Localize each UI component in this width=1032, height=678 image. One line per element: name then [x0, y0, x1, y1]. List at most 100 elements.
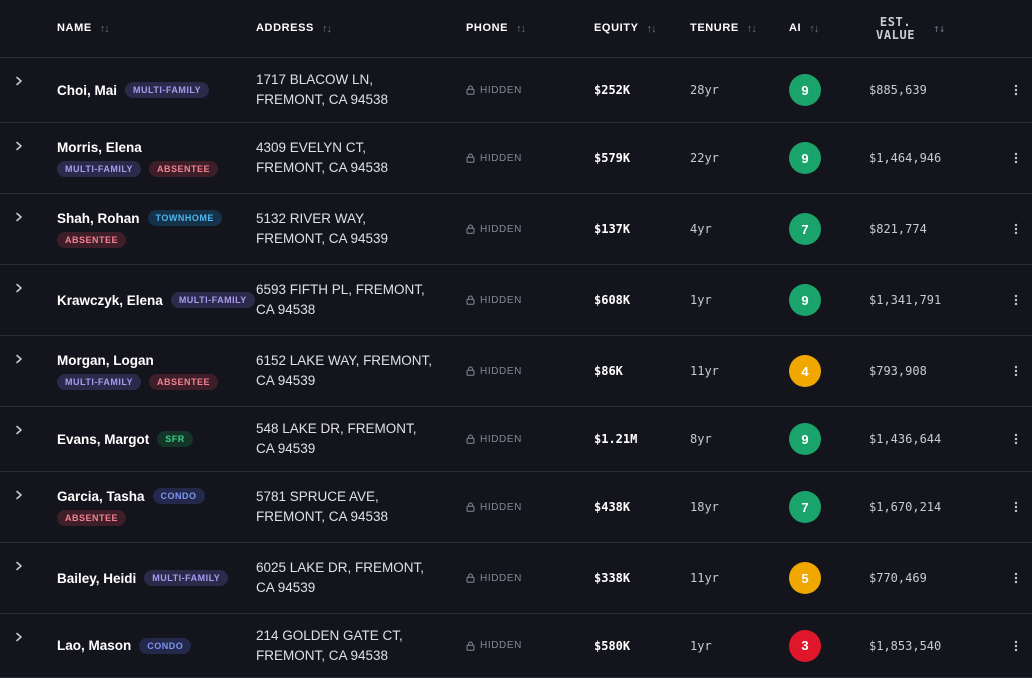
expand-chevron-icon[interactable]	[8, 407, 30, 471]
expand-chevron-icon[interactable]	[8, 58, 30, 122]
lock-icon	[466, 224, 475, 234]
owner-name[interactable]: Morgan, Logan	[57, 353, 154, 368]
ai-score-cell: 9	[789, 123, 821, 193]
expand-chevron-icon[interactable]	[8, 472, 30, 542]
equity-cell: $608K	[594, 293, 631, 307]
table-row[interactable]: Krawczyk, Elena MULTI-FAMILY 6593 FIFTH P…	[0, 265, 1032, 336]
name-cell: Evans, Margot SFR	[57, 407, 247, 471]
column-header-ai[interactable]: AI ↑↓	[789, 0, 819, 57]
ai-score-cell: 9	[789, 58, 821, 122]
equity-cell: $252K	[594, 83, 631, 97]
ai-score-badge: 5	[789, 562, 821, 594]
phone-cell[interactable]: HIDDEN	[466, 472, 522, 542]
name-cell: Garcia, Tasha CONDO ABSENTEE	[57, 472, 247, 542]
tenure-cell: 4yr	[690, 222, 712, 236]
phone-cell[interactable]: HIDDEN	[466, 407, 522, 471]
table-row[interactable]: Evans, Margot SFR 548 LAKE DR, FREMONT, CA…	[0, 407, 1032, 472]
owner-name[interactable]: Garcia, Tasha	[57, 489, 145, 504]
owner-name[interactable]: Shah, Rohan	[57, 211, 140, 226]
phone-cell[interactable]: HIDDEN	[466, 58, 522, 122]
ai-score-badge: 9	[789, 284, 821, 316]
name-cell: Bailey, Heidi MULTI-FAMILY	[57, 543, 247, 613]
equity-cell: $438K	[594, 500, 631, 514]
column-header-equity[interactable]: EQUITY ↑↓	[594, 0, 657, 57]
more-options-icon[interactable]	[1008, 407, 1024, 471]
more-options-icon[interactable]	[1008, 58, 1024, 122]
table-row[interactable]: Shah, Rohan TOWNHOME ABSENTEE 5132 RIVER …	[0, 194, 1032, 265]
ai-score-badge: 4	[789, 355, 821, 387]
expand-chevron-icon[interactable]	[8, 336, 30, 406]
column-header-phone[interactable]: PHONE ↑↓	[466, 0, 526, 57]
lock-icon	[466, 641, 475, 651]
owner-name[interactable]: Evans, Margot	[57, 432, 149, 447]
expand-chevron-icon[interactable]	[8, 123, 30, 193]
name-cell: Morris, Elena MULTI-FAMILY ABSENTEE	[57, 123, 247, 193]
sort-icon: ↑↓	[322, 22, 332, 35]
phone-cell[interactable]: HIDDEN	[466, 265, 522, 335]
address-cell: 6593 FIFTH PL, FREMONT, CA 94538	[256, 282, 425, 317]
table-row[interactable]: Choi, Mai MULTI-FAMILY 1717 BLACOW LN, FRE…	[0, 58, 1032, 123]
ai-score-badge: 7	[789, 213, 821, 245]
table-row[interactable]: Morris, Elena MULTI-FAMILY ABSENTEE 4309 …	[0, 123, 1032, 194]
name-cell: Choi, Mai MULTI-FAMILY	[57, 58, 247, 122]
ai-score-badge: 3	[789, 629, 821, 662]
sort-icon: ↑↓	[809, 22, 819, 35]
tenure-cell: 28yr	[690, 83, 719, 97]
table-row[interactable]: Bailey, Heidi MULTI-FAMILY 6025 LAKE DR, …	[0, 543, 1032, 614]
phone-cell[interactable]: HIDDEN	[466, 194, 522, 264]
tag-multi-family: MULTI-FAMILY	[170, 292, 255, 308]
expand-chevron-icon[interactable]	[8, 194, 30, 264]
table-body: Choi, Mai MULTI-FAMILY 1717 BLACOW LN, FRE…	[0, 58, 1032, 678]
table-row[interactable]: Lao, Mason CONDO 214 GOLDEN GATE CT, FREMO…	[0, 614, 1032, 678]
ai-score-cell: 7	[789, 194, 821, 264]
column-header-est-value[interactable]: EST. VALUE ↑↓	[876, 0, 945, 57]
sort-icon: ↑↓	[933, 22, 945, 35]
owner-name[interactable]: Choi, Mai	[57, 83, 117, 98]
tag-condo: CONDO	[139, 637, 192, 654]
tenure-cell: 1yr	[690, 293, 712, 307]
tenure-cell: 22yr	[690, 151, 719, 165]
lock-icon	[466, 502, 475, 512]
phone-cell[interactable]: HIDDEN	[466, 543, 522, 613]
tenure-cell: 8yr	[690, 432, 712, 446]
ai-score-cell: 9	[789, 407, 821, 471]
ai-score-cell: 9	[789, 265, 821, 335]
address-cell: 4309 EVELYN CT, FREMONT, CA 94538	[256, 140, 389, 175]
owner-name[interactable]: Bailey, Heidi	[57, 571, 136, 586]
column-header-tenure[interactable]: TENURE ↑↓	[690, 0, 757, 57]
est-value-cell: $821,774	[869, 222, 927, 236]
more-options-icon[interactable]	[1008, 472, 1024, 542]
phone-cell[interactable]: HIDDEN	[466, 336, 522, 406]
tag-townhome: TOWNHOME	[147, 210, 222, 226]
est-value-cell: $1,464,946	[869, 151, 942, 165]
owner-name[interactable]: Lao, Mason	[57, 638, 131, 653]
tag-absentee: ABSENTEE	[149, 373, 219, 390]
est-value-cell: $1,341,791	[869, 293, 942, 307]
more-options-icon[interactable]	[1008, 336, 1024, 406]
expand-chevron-icon[interactable]	[8, 265, 30, 335]
more-options-icon[interactable]	[1008, 543, 1024, 613]
name-cell: Morgan, Logan MULTI-FAMILY ABSENTEE	[57, 336, 247, 406]
sort-icon: ↑↓	[516, 22, 526, 35]
expand-chevron-icon[interactable]	[8, 543, 30, 613]
more-options-icon[interactable]	[1008, 194, 1024, 264]
column-header-name[interactable]: NAME ↑↓	[57, 0, 110, 57]
est-value-cell: $770,469	[869, 571, 927, 585]
tag-absentee: ABSENTEE	[149, 160, 219, 177]
column-header-address[interactable]: ADDRESS ↑↓	[256, 0, 332, 57]
equity-cell: $137K	[594, 222, 631, 236]
phone-cell[interactable]: HIDDEN	[466, 123, 522, 193]
address-cell: 6025 LAKE DR, FREMONT, CA 94539	[256, 560, 425, 595]
table-row[interactable]: Morgan, Logan MULTI-FAMILY ABSENTEE 6152 …	[0, 336, 1032, 407]
sort-icon: ↑↓	[746, 22, 757, 35]
ai-score-cell: 5	[789, 543, 821, 613]
more-options-icon[interactable]	[1008, 265, 1024, 335]
more-options-icon[interactable]	[1008, 123, 1024, 193]
owner-name[interactable]: Morris, Elena	[57, 140, 142, 155]
ai-score-badge: 9	[789, 423, 821, 455]
table-row[interactable]: Garcia, Tasha CONDO ABSENTEE 5781 SPRUCE …	[0, 472, 1032, 543]
est-value-cell: $793,908	[869, 364, 927, 378]
tenure-cell: 11yr	[690, 571, 719, 585]
owner-name[interactable]: Krawczyk, Elena	[57, 293, 163, 308]
ai-score-cell: 7	[789, 472, 821, 542]
